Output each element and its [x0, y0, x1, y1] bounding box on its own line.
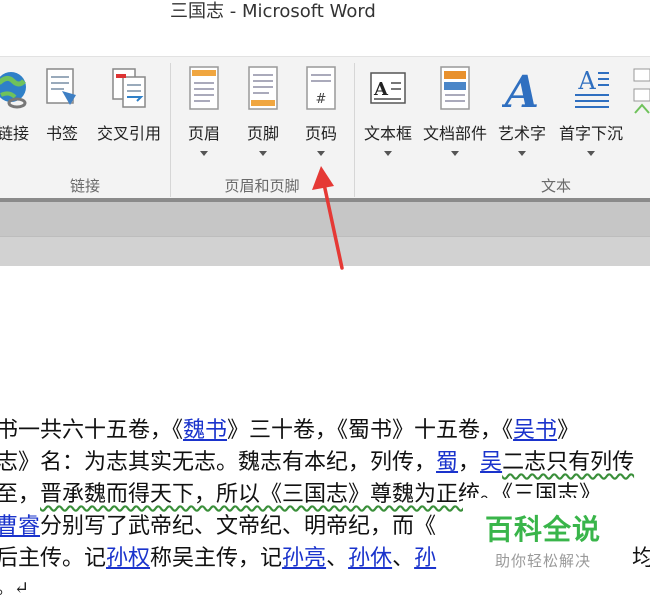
signature-line-icon	[622, 65, 650, 115]
footer-label: 页脚	[246, 124, 279, 143]
watermark-title: 百科全说	[484, 513, 601, 546]
hyperlink-wushu[interactable]: 吴书	[513, 418, 557, 443]
wordart-icon: A	[501, 65, 542, 118]
text-run: 称吴主传，记	[150, 546, 283, 571]
page-number-icon: #	[301, 65, 341, 115]
annotation-arrow-icon	[312, 166, 344, 270]
header-button[interactable]: 页眉	[184, 65, 224, 165]
cross-reference-button[interactable]: 交叉引用	[90, 65, 168, 165]
watermark-subtitle: 助你轻松解决	[494, 552, 591, 570]
text-run: 、	[392, 546, 415, 571]
hyperlink-sun[interactable]: 孙	[414, 546, 436, 571]
footer-icon	[243, 65, 283, 115]
header-label: 页眉	[187, 124, 220, 143]
document-line[interactable]: 。↵	[0, 574, 29, 600]
window-title: 三国志 - Microsoft Word	[170, 1, 376, 22]
drop-cap-icon: A	[571, 65, 611, 115]
title-bar: 三国志 - Microsoft Word	[0, 0, 650, 56]
hyperlink-label: 链接	[0, 124, 29, 143]
svg-text:#: #	[316, 92, 327, 107]
wordart-label: 艺术字	[497, 124, 546, 143]
drop-cap-button[interactable]: A 首字下沉	[554, 65, 628, 165]
quick-parts-icon	[435, 65, 475, 115]
quick-parts-button[interactable]: 文档部件	[420, 65, 490, 165]
text-run: 均	[632, 546, 650, 571]
text-run: 至，	[0, 482, 41, 507]
hyperlink-weishu[interactable]: 魏书	[183, 418, 227, 443]
hyperlink-button[interactable]: 链接	[0, 65, 34, 165]
bookmark-icon	[42, 65, 82, 115]
text-run: 二志只有列传	[502, 450, 635, 475]
bookmark-label: 书签	[45, 124, 78, 143]
quick-parts-label: 文档部件	[422, 124, 487, 143]
cross-reference-label: 交叉引用	[96, 124, 161, 143]
text-run: ，	[458, 450, 481, 475]
text-run: 书一共六十五卷，《	[0, 418, 184, 443]
footer-button[interactable]: 页脚	[243, 65, 283, 165]
text-run: 分别写了武帝纪、文帝纪、明帝纪，而《	[40, 514, 437, 539]
text-run: 、	[326, 546, 349, 571]
chevron-down-icon[interactable]	[259, 151, 267, 156]
svg-text:A: A	[373, 79, 389, 100]
hyperlink-shu[interactable]: 蜀	[436, 450, 458, 475]
chevron-down-icon[interactable]	[451, 151, 459, 156]
text-box-label: 文本框	[363, 124, 412, 143]
text-box-icon: A	[368, 65, 408, 115]
chevron-down-icon[interactable]	[200, 151, 208, 156]
chevron-down-icon[interactable]	[384, 151, 392, 156]
group-label-links: 链接	[69, 177, 100, 195]
document-line[interactable]: 志》名：为志其实无志。魏志有本纪，列传，蜀，吴二志只有列传	[0, 444, 634, 476]
hyperlink-sunliang[interactable]: 孙亮	[282, 546, 326, 571]
page-number-button[interactable]: # 页码	[301, 65, 341, 165]
svg-text:A: A	[502, 67, 539, 115]
chevron-down-icon[interactable]	[587, 151, 595, 156]
wordart-button[interactable]: A 艺术字	[494, 65, 550, 165]
header-icon	[184, 65, 224, 115]
hyperlink-sunquan[interactable]: 孙权	[106, 546, 150, 571]
chevron-down-icon[interactable]	[317, 151, 325, 156]
signature-line-button[interactable]	[632, 65, 650, 165]
text-run: 志》名：为志其实无志。魏志有本纪，列传，	[0, 450, 437, 475]
hyperlink-caorui[interactable]: 曹睿	[0, 514, 40, 539]
globe-link-icon	[0, 65, 33, 115]
chevron-down-icon[interactable]	[518, 151, 526, 156]
text-run: 后主传。记	[0, 546, 107, 571]
hyperlink-sunxiu[interactable]: 孙休	[348, 546, 392, 571]
drop-cap-label: 首字下沉	[558, 124, 623, 143]
watermark-logo: 百科全说 助你轻松解决	[463, 498, 623, 578]
hyperlink-wu[interactable]: 吴	[480, 450, 502, 475]
text-run: 》	[557, 418, 580, 443]
cross-reference-icon	[109, 65, 149, 115]
document-line[interactable]: 后主传。记孙权称吴主传，记孙亮、孙休、孙均	[0, 540, 650, 572]
text-run: 》三十卷，《蜀书》十五卷，《	[227, 418, 514, 443]
page-number-label: 页码	[304, 124, 337, 143]
group-label-text: 文本	[540, 177, 571, 195]
document-line[interactable]: 曹睿分别写了武帝纪、文帝纪、明帝纪，而《	[0, 508, 436, 540]
document-line[interactable]: 书一共六十五卷，《魏书》三十卷，《蜀书》十五卷，《吴书》	[0, 412, 579, 444]
svg-text:A: A	[577, 67, 596, 95]
text-box-button[interactable]: A 文本框	[360, 65, 416, 165]
bookmark-button[interactable]: 书签	[42, 65, 82, 165]
